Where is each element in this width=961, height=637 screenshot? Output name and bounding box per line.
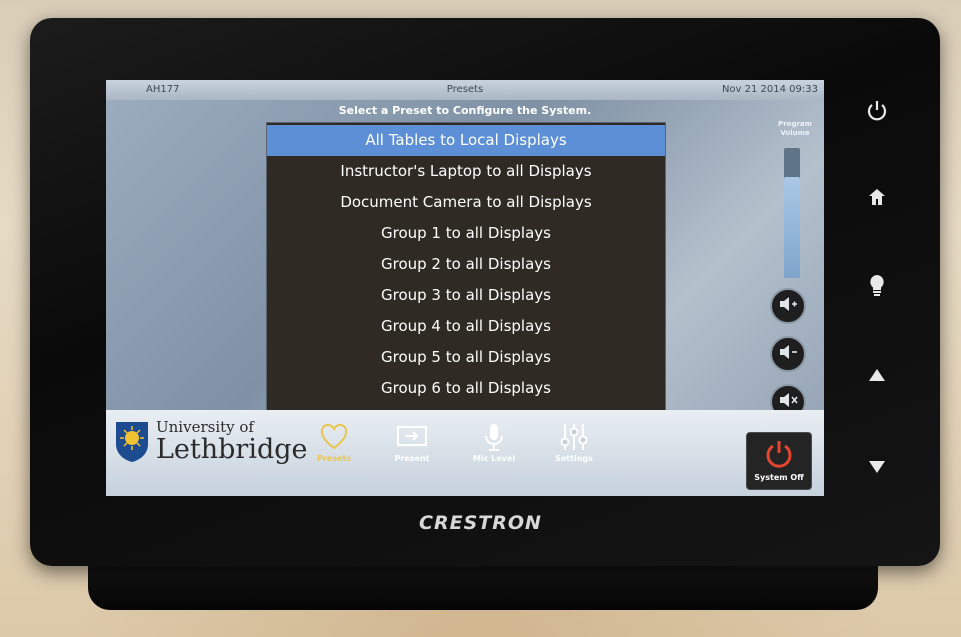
sliders-icon <box>544 422 604 452</box>
volume-slider[interactable] <box>784 148 800 278</box>
preset-item[interactable]: All Tables to Local Displays <box>267 125 665 156</box>
volume-down-icon <box>778 344 798 364</box>
system-off-label: System Off <box>754 473 804 482</box>
nav-label: Presets <box>316 454 351 463</box>
nav-presets[interactable]: Presets <box>304 422 364 472</box>
volume-label: Program Volume <box>770 120 820 138</box>
power-icon <box>747 439 811 473</box>
hardware-power-button[interactable] <box>862 98 892 128</box>
preset-item[interactable]: Group 6 to all Displays <box>267 373 665 404</box>
touch-screen: AH177 Presets Nov 21 2014 09:33 Select a… <box>106 80 824 496</box>
volume-label-line1: Program <box>778 120 812 128</box>
nav-label: Present <box>394 454 430 463</box>
brand-logo: CRESTRON <box>419 512 542 534</box>
bottom-nav-bar: University of Lethbridge Presets Present… <box>106 410 824 496</box>
home-icon <box>867 187 887 211</box>
preset-item[interactable]: Group 2 to all Displays <box>267 249 665 280</box>
preset-item[interactable]: Document Camera to all Displays <box>267 187 665 218</box>
instruction-text: Select a Preset to Configure the System. <box>338 104 592 117</box>
status-bar: AH177 Presets Nov 21 2014 09:33 <box>106 80 824 100</box>
arrow-down-icon <box>867 459 887 479</box>
system-off-button[interactable]: System Off <box>746 432 812 490</box>
lightbulb-icon <box>868 273 886 301</box>
nav-label: Settings <box>555 454 593 463</box>
heart-icon <box>304 422 364 452</box>
preset-item[interactable]: Group 4 to all Displays <box>267 311 665 342</box>
volume-label-line2: Volume <box>780 129 810 137</box>
nav-label: Mic Level <box>472 454 516 463</box>
hardware-up-button[interactable] <box>862 362 892 392</box>
preset-item[interactable]: Instructor's Laptop to all Displays <box>267 156 665 187</box>
preset-item[interactable]: Group 5 to all Displays <box>267 342 665 373</box>
display-input-icon <box>382 422 442 452</box>
volume-up-button[interactable] <box>770 288 806 324</box>
university-name-line2: Lethbridge <box>156 434 308 465</box>
nav-present[interactable]: Present <box>382 422 442 472</box>
microphone-icon <box>464 422 524 452</box>
preset-item[interactable]: Group 3 to all Displays <box>267 280 665 311</box>
volume-up-icon <box>778 296 798 316</box>
arrow-up-icon <box>867 367 887 387</box>
preset-item[interactable]: Group 1 to all Displays <box>267 218 665 249</box>
date-time: Nov 21 2014 09:33 <box>721 84 818 95</box>
university-crest-logo <box>116 422 148 462</box>
nav-mic-level[interactable]: Mic Level <box>464 422 524 472</box>
volume-down-button[interactable] <box>770 336 806 372</box>
preset-list: All Tables to Local Displays Instructor'… <box>266 122 666 420</box>
power-icon <box>866 100 888 126</box>
mute-icon <box>778 392 798 412</box>
page-title: Presets <box>446 84 484 95</box>
volume-level-fill <box>784 176 800 278</box>
hardware-light-button[interactable] <box>862 272 892 302</box>
nav-settings[interactable]: Settings <box>544 422 604 472</box>
hardware-home-button[interactable] <box>862 184 892 214</box>
hardware-down-button[interactable] <box>862 454 892 484</box>
